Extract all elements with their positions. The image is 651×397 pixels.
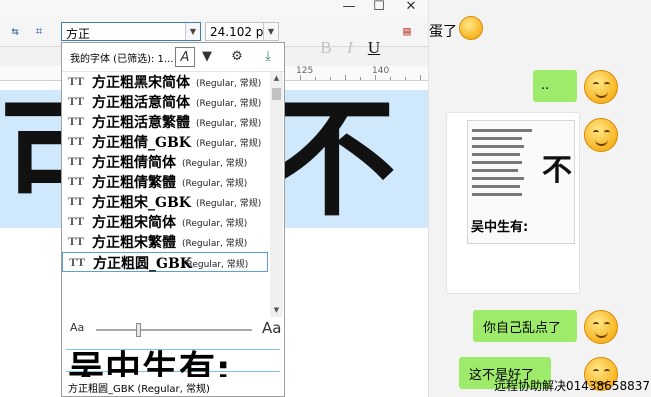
clear-format-icon[interactable]: ▤ — [398, 22, 416, 40]
preview-text: 吴中生有: — [68, 349, 232, 377]
font-sample-icon[interactable]: A — [175, 47, 195, 67]
text-wrap-icon[interactable]: ⇆ — [6, 22, 24, 40]
font-list: TT 方正粗黑宋简体 (Regular, 常规) TT 方正粗活意简体 (Reg… — [62, 72, 270, 317]
thumbnail-preview-text: 吴中生有: — [471, 220, 529, 235]
font-style: (Regular, 常规) — [182, 239, 248, 249]
font-name: 方正粗倩_GBK — [92, 135, 191, 151]
font-size-value[interactable]: 24.102 pt — [210, 25, 268, 39]
font-list-scrollbar[interactable]: ▲ ▼ — [270, 72, 283, 317]
underline-button[interactable]: U — [366, 38, 382, 58]
preview-caption: 方正粗圆_GBK (Regular, 常规) — [68, 384, 210, 395]
chevron-down-icon[interactable]: ▼ — [263, 23, 278, 40]
font-name: 方正粗倩简体 — [92, 155, 176, 171]
emoji-icon — [459, 16, 483, 40]
font-list-item[interactable]: TT 方正粗宋简体 (Regular, 常规) — [62, 212, 268, 232]
title-bar: — ☐ ✕ — [0, 0, 428, 16]
font-name: 方正粗黑宋简体 — [92, 75, 190, 91]
emoji-icon — [584, 310, 618, 344]
font-family-value[interactable]: 方正 — [66, 25, 90, 42]
emoji-icon — [584, 70, 618, 104]
chat-bubble: .. — [533, 70, 577, 102]
font-list-item[interactable]: TT 方正粗宋繁體 (Regular, 常规) — [62, 232, 268, 252]
screenshot-message[interactable]: 不 吴中生有: — [446, 112, 580, 294]
font-list-item[interactable]: TT 方正粗黑宋简体 (Regular, 常规) — [62, 72, 268, 92]
font-style: (Regular, 常规) — [196, 119, 262, 129]
font-filter-label[interactable]: 我的字体 (已筛选): 1... — [70, 50, 173, 65]
truetype-icon: TT — [68, 114, 85, 128]
font-dropdown: 我的字体 (已筛选): 1... A ▼ ⚙ ⤓ TT 方正粗黑宋简体 (Reg… — [61, 42, 285, 397]
download-icon[interactable]: ⤓ — [258, 47, 278, 67]
gear-icon[interactable]: ⚙ — [227, 47, 247, 67]
screenshot-thumbnail[interactable]: 不 吴中生有: — [467, 120, 575, 244]
preview-zoom-row: Aa Aa — [62, 319, 284, 339]
chat-panel: 蛋了 .. 不 吴中生有: 你自己乱点了 这不是好了 — [428, 0, 651, 397]
remote-assist-watermark: 远程协助解决01438658837 — [494, 379, 650, 393]
maximize-icon[interactable]: ☐ — [364, 0, 394, 16]
font-filter-bar: 我的字体 (已筛选): 1... A ▼ ⚙ ⤓ — [62, 43, 284, 72]
font-list-item[interactable]: TT 方正粗倩_GBK (Regular, 常规) — [62, 132, 268, 152]
emoji-icon — [584, 118, 618, 152]
bold-button[interactable]: B — [318, 38, 334, 58]
font-list-item[interactable]: TT 方正粗活意繁體 (Regular, 常规) — [62, 112, 268, 132]
font-style: (Regular, 常规) — [182, 179, 248, 189]
font-name: 方正粗活意繁體 — [92, 115, 190, 131]
close-icon[interactable]: ✕ — [396, 0, 426, 16]
font-name: 方正粗圆_GBK — [93, 256, 192, 272]
font-name: 方正粗宋简体 — [92, 215, 176, 231]
zoom-in-icon[interactable]: Aa — [262, 319, 281, 337]
font-list-item[interactable]: TT 方正粗活意简体 (Regular, 常规) — [62, 92, 268, 112]
font-list-item[interactable]: TT 方正粗宋_GBK (Regular, 常规) — [62, 192, 268, 212]
font-preview: 吴中生有: — [66, 343, 280, 377]
zoom-out-icon[interactable]: Aa — [70, 321, 84, 334]
font-style: (Regular, 常规) — [183, 260, 249, 270]
font-family-combo[interactable]: 方正 ▼ — [61, 22, 201, 41]
font-list-item[interactable]: TT 方正粗倩简体 (Regular, 常规) — [62, 152, 268, 172]
scroll-down-icon[interactable]: ▼ — [270, 304, 283, 317]
chat-bubble: 你自己乱点了 — [473, 310, 577, 342]
font-list-item-selected[interactable]: TT 方正粗圆_GBK (Regular, 常规) — [62, 252, 268, 272]
italic-button[interactable]: I — [342, 38, 358, 58]
font-name: 方正粗宋繁體 — [92, 235, 176, 251]
font-style: (Regular, 常规) — [182, 219, 248, 229]
truetype-icon: TT — [68, 214, 85, 228]
font-style: (Regular, 常规) — [196, 199, 262, 209]
font-list-item[interactable]: TT 方正粗倩繁體 (Regular, 常规) — [62, 172, 268, 192]
chat-message-text: 蛋了 — [429, 24, 457, 40]
truetype-icon: TT — [69, 255, 86, 269]
zoom-slider[interactable] — [96, 329, 252, 331]
scroll-up-icon[interactable]: ▲ — [270, 72, 283, 85]
truetype-icon: TT — [68, 74, 85, 88]
font-style: (Regular, 常规) — [196, 139, 262, 149]
filter-icon[interactable]: ▼ — [197, 47, 217, 67]
font-app-window: — ☐ ✕ ⇆ ⌗ B I U ▤ 方正 ▼ 24.102 pt ▼ 125 1… — [0, 0, 428, 397]
truetype-icon: TT — [68, 94, 85, 108]
font-name: 方正粗活意简体 — [92, 95, 190, 111]
truetype-icon: TT — [68, 174, 85, 188]
font-name: 方正粗倩繁體 — [92, 175, 176, 191]
thumbnail-text: 不 — [542, 153, 572, 188]
truetype-icon: TT — [68, 154, 85, 168]
truetype-icon: TT — [68, 194, 85, 208]
font-style: (Regular, 常规) — [182, 159, 248, 169]
zoom-slider-thumb[interactable] — [135, 323, 141, 337]
truetype-icon: TT — [68, 234, 85, 248]
chevron-down-icon[interactable]: ▼ — [185, 23, 200, 40]
font-style: (Regular, 常规) — [196, 79, 262, 89]
font-name: 方正粗宋_GBK — [92, 195, 191, 211]
font-size-combo[interactable]: 24.102 pt ▼ — [205, 22, 279, 41]
scroll-thumb[interactable] — [272, 88, 281, 100]
minimize-icon[interactable]: — — [334, 0, 364, 16]
truetype-icon: TT — [68, 134, 85, 148]
ruler-label: 125 — [296, 66, 314, 76]
font-style: (Regular, 常规) — [196, 99, 262, 109]
text-frame-icon[interactable]: ⌗ — [30, 22, 48, 40]
